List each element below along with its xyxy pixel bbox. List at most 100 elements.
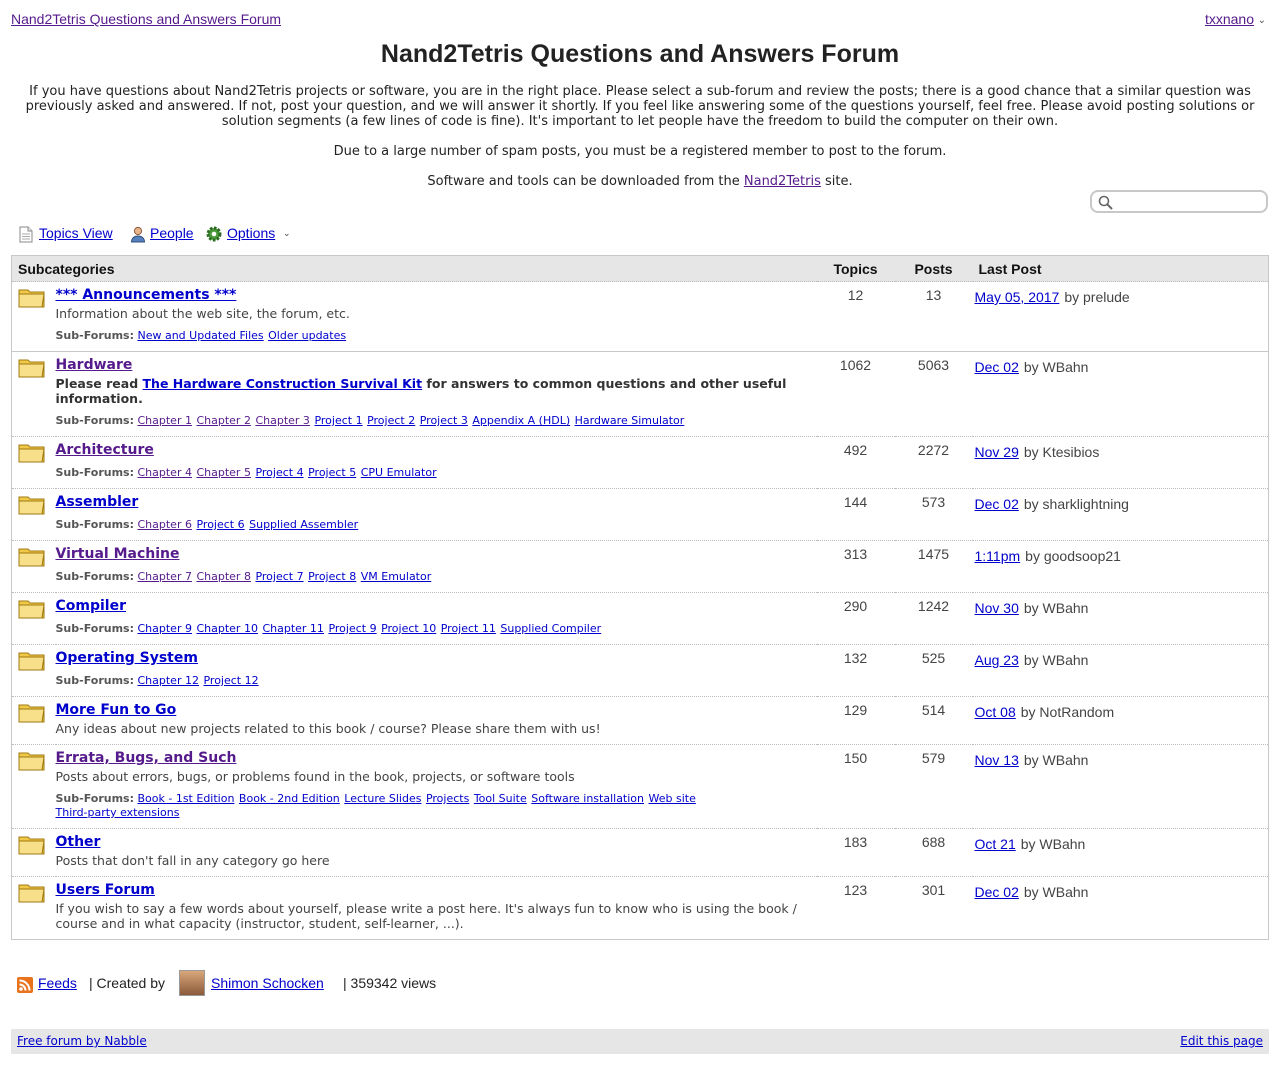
- sub-forum-link[interactable]: Project 7: [255, 570, 303, 583]
- category-link[interactable]: Architecture: [56, 442, 817, 458]
- last-post-date-link[interactable]: Oct 08: [975, 704, 1016, 720]
- table-row: Architecture Sub-Forums: Chapter 4 Chapte…: [11, 436, 1269, 489]
- sub-forum-link[interactable]: Chapter 4: [137, 466, 191, 479]
- survival-kit-link[interactable]: The Hardware Construction Survival Kit: [143, 376, 423, 391]
- last-post-author: by WBahn: [1023, 884, 1089, 900]
- category-link[interactable]: Assembler: [56, 494, 817, 510]
- sub-forum-link[interactable]: Book - 2nd Edition: [239, 792, 340, 805]
- spam-notice: Due to a large number of spam posts, you…: [333, 144, 947, 159]
- category-link[interactable]: Virtual Machine: [56, 546, 817, 562]
- sub-forum-link[interactable]: Project 12: [203, 674, 258, 687]
- sub-forum-link[interactable]: Project 6: [196, 518, 244, 531]
- sub-forum-link[interactable]: Chapter 8: [196, 570, 250, 583]
- last-post-cell: Nov 29 by Ktesibios: [972, 436, 1269, 489]
- last-post: Nov 30 by WBahn: [973, 600, 1269, 616]
- sub-forum-link[interactable]: Project 1: [314, 414, 362, 427]
- sub-forum-link[interactable]: Lecture Slides: [344, 792, 421, 805]
- last-post-date-link[interactable]: Nov 30: [975, 600, 1019, 616]
- sub-forum-link[interactable]: Chapter 2: [196, 414, 250, 427]
- sub-forum-link[interactable]: Third-party extensions: [56, 806, 180, 819]
- subcategories-table: Subcategories Topics Posts Last Post ***…: [11, 255, 1269, 940]
- last-post-date-link[interactable]: May 05, 2017: [975, 289, 1060, 305]
- last-post-date-link[interactable]: Dec 02: [975, 359, 1019, 375]
- category-link[interactable]: Compiler: [56, 598, 817, 614]
- sub-forum-link[interactable]: Appendix A (HDL): [472, 414, 570, 427]
- sub-forum-link[interactable]: Older updates: [268, 329, 346, 342]
- folder-cell: [11, 696, 56, 745]
- category-link[interactable]: Hardware: [56, 357, 817, 373]
- sub-forum-link[interactable]: Chapter 7: [137, 570, 191, 583]
- posts-cell: 514: [894, 696, 973, 745]
- category-link[interactable]: Operating System: [56, 650, 817, 666]
- sub-forum-link[interactable]: Project 5: [308, 466, 356, 479]
- category-cell: Users Forum If you wish to say a few word…: [55, 876, 817, 940]
- sub-forum-link[interactable]: Tool Suite: [474, 792, 527, 805]
- nabble-link[interactable]: Free forum by Nabble: [17, 1034, 147, 1048]
- sub-forum-link[interactable]: Web site: [649, 792, 696, 805]
- avatar[interactable]: [179, 970, 205, 996]
- category-link[interactable]: *** Announcements ***: [56, 287, 817, 303]
- category-link[interactable]: More Fun to Go: [56, 702, 817, 718]
- sub-forum-link[interactable]: VM Emulator: [361, 570, 432, 583]
- category-link[interactable]: Users Forum: [56, 882, 817, 898]
- sub-forum-link[interactable]: Project 9: [328, 622, 376, 635]
- sub-forums: Sub-Forums: Book - 1st Edition Book - 2n…: [56, 792, 817, 820]
- sub-forum-link[interactable]: Book - 1st Edition: [137, 792, 234, 805]
- last-post-date-link[interactable]: 1:11pm: [975, 548, 1021, 564]
- people-link[interactable]: People: [150, 225, 194, 241]
- sub-forum-link[interactable]: Projects: [426, 792, 469, 805]
- sub-forum-link[interactable]: Project 4: [255, 466, 303, 479]
- posts-cell: 579: [894, 744, 973, 829]
- category-link[interactable]: Other: [56, 834, 817, 850]
- chevron-down-icon[interactable]: ⌄: [283, 228, 291, 239]
- search-input[interactable]: [1118, 194, 1263, 209]
- search-box[interactable]: [1090, 190, 1268, 213]
- last-post-author: by WBahn: [1023, 600, 1089, 616]
- sub-forum-link[interactable]: Project 11: [441, 622, 496, 635]
- sub-forum-link[interactable]: Project 8: [308, 570, 356, 583]
- nand2tetris-site-link[interactable]: Nand2Tetris: [744, 174, 821, 189]
- sub-forum-link[interactable]: Chapter 9: [137, 622, 191, 635]
- last-post-date-link[interactable]: Dec 02: [975, 496, 1019, 512]
- last-post-cell: Aug 23 by WBahn: [972, 644, 1269, 697]
- sub-forum-link[interactable]: Chapter 6: [137, 518, 191, 531]
- sub-forum-link[interactable]: Supplied Assembler: [249, 518, 358, 531]
- sub-forum-link[interactable]: Hardware Simulator: [575, 414, 685, 427]
- last-post-author: by Ktesibios: [1023, 444, 1100, 460]
- sub-forum-link[interactable]: Project 10: [381, 622, 436, 635]
- category-description: Posts that don't fall in any category go…: [55, 853, 330, 868]
- category-link[interactable]: Errata, Bugs, and Such: [56, 750, 817, 766]
- sub-forum-link[interactable]: Project 2: [367, 414, 415, 427]
- sub-forum-link[interactable]: Project 3: [420, 414, 468, 427]
- sub-forum-link[interactable]: Chapter 5: [196, 466, 250, 479]
- user-menu-link[interactable]: txxnano: [1205, 11, 1254, 27]
- last-post: Dec 02 by WBahn: [973, 359, 1269, 375]
- sub-forum-link[interactable]: Chapter 11: [262, 622, 323, 635]
- sub-forum-link[interactable]: Chapter 1: [137, 414, 191, 427]
- topics-view-link[interactable]: Topics View: [39, 225, 113, 241]
- sub-forum-link[interactable]: Chapter 3: [255, 414, 309, 427]
- sub-forum-link[interactable]: Software installation: [531, 792, 644, 805]
- feeds-link[interactable]: Feeds: [38, 975, 77, 991]
- topics-count: 12: [847, 287, 864, 303]
- chevron-down-icon[interactable]: ⌄: [1258, 15, 1266, 26]
- sub-forum-link[interactable]: CPU Emulator: [361, 466, 437, 479]
- creator-link[interactable]: Shimon Schocken: [211, 975, 324, 991]
- last-post-date-link[interactable]: Nov 13: [975, 752, 1019, 768]
- sub-forum-link[interactable]: Chapter 10: [196, 622, 257, 635]
- sub-forum-link[interactable]: Chapter 12: [137, 674, 198, 687]
- options-link[interactable]: Options: [227, 225, 275, 241]
- topics-cell: 492: [816, 436, 895, 489]
- edit-page-link[interactable]: Edit this page: [1180, 1034, 1263, 1048]
- top-bar: Nand2Tetris Questions and Answers Forum …: [11, 11, 1266, 31]
- last-post-date-link[interactable]: Aug 23: [975, 652, 1019, 668]
- last-post-date-link[interactable]: Nov 29: [975, 444, 1019, 460]
- forum-home-link[interactable]: Nand2Tetris Questions and Answers Forum: [11, 11, 281, 27]
- sub-forum-link[interactable]: New and Updated Files: [137, 329, 263, 342]
- last-post-date-link[interactable]: Oct 21: [975, 836, 1016, 852]
- sub-forum-link[interactable]: Supplied Compiler: [500, 622, 601, 635]
- topics-count: 129: [843, 702, 868, 718]
- category-cell: Compiler Sub-Forums: Chapter 9 Chapter 10…: [55, 592, 817, 645]
- table-row: *** Announcements *** Information about t…: [11, 281, 1269, 352]
- last-post-date-link[interactable]: Dec 02: [975, 884, 1019, 900]
